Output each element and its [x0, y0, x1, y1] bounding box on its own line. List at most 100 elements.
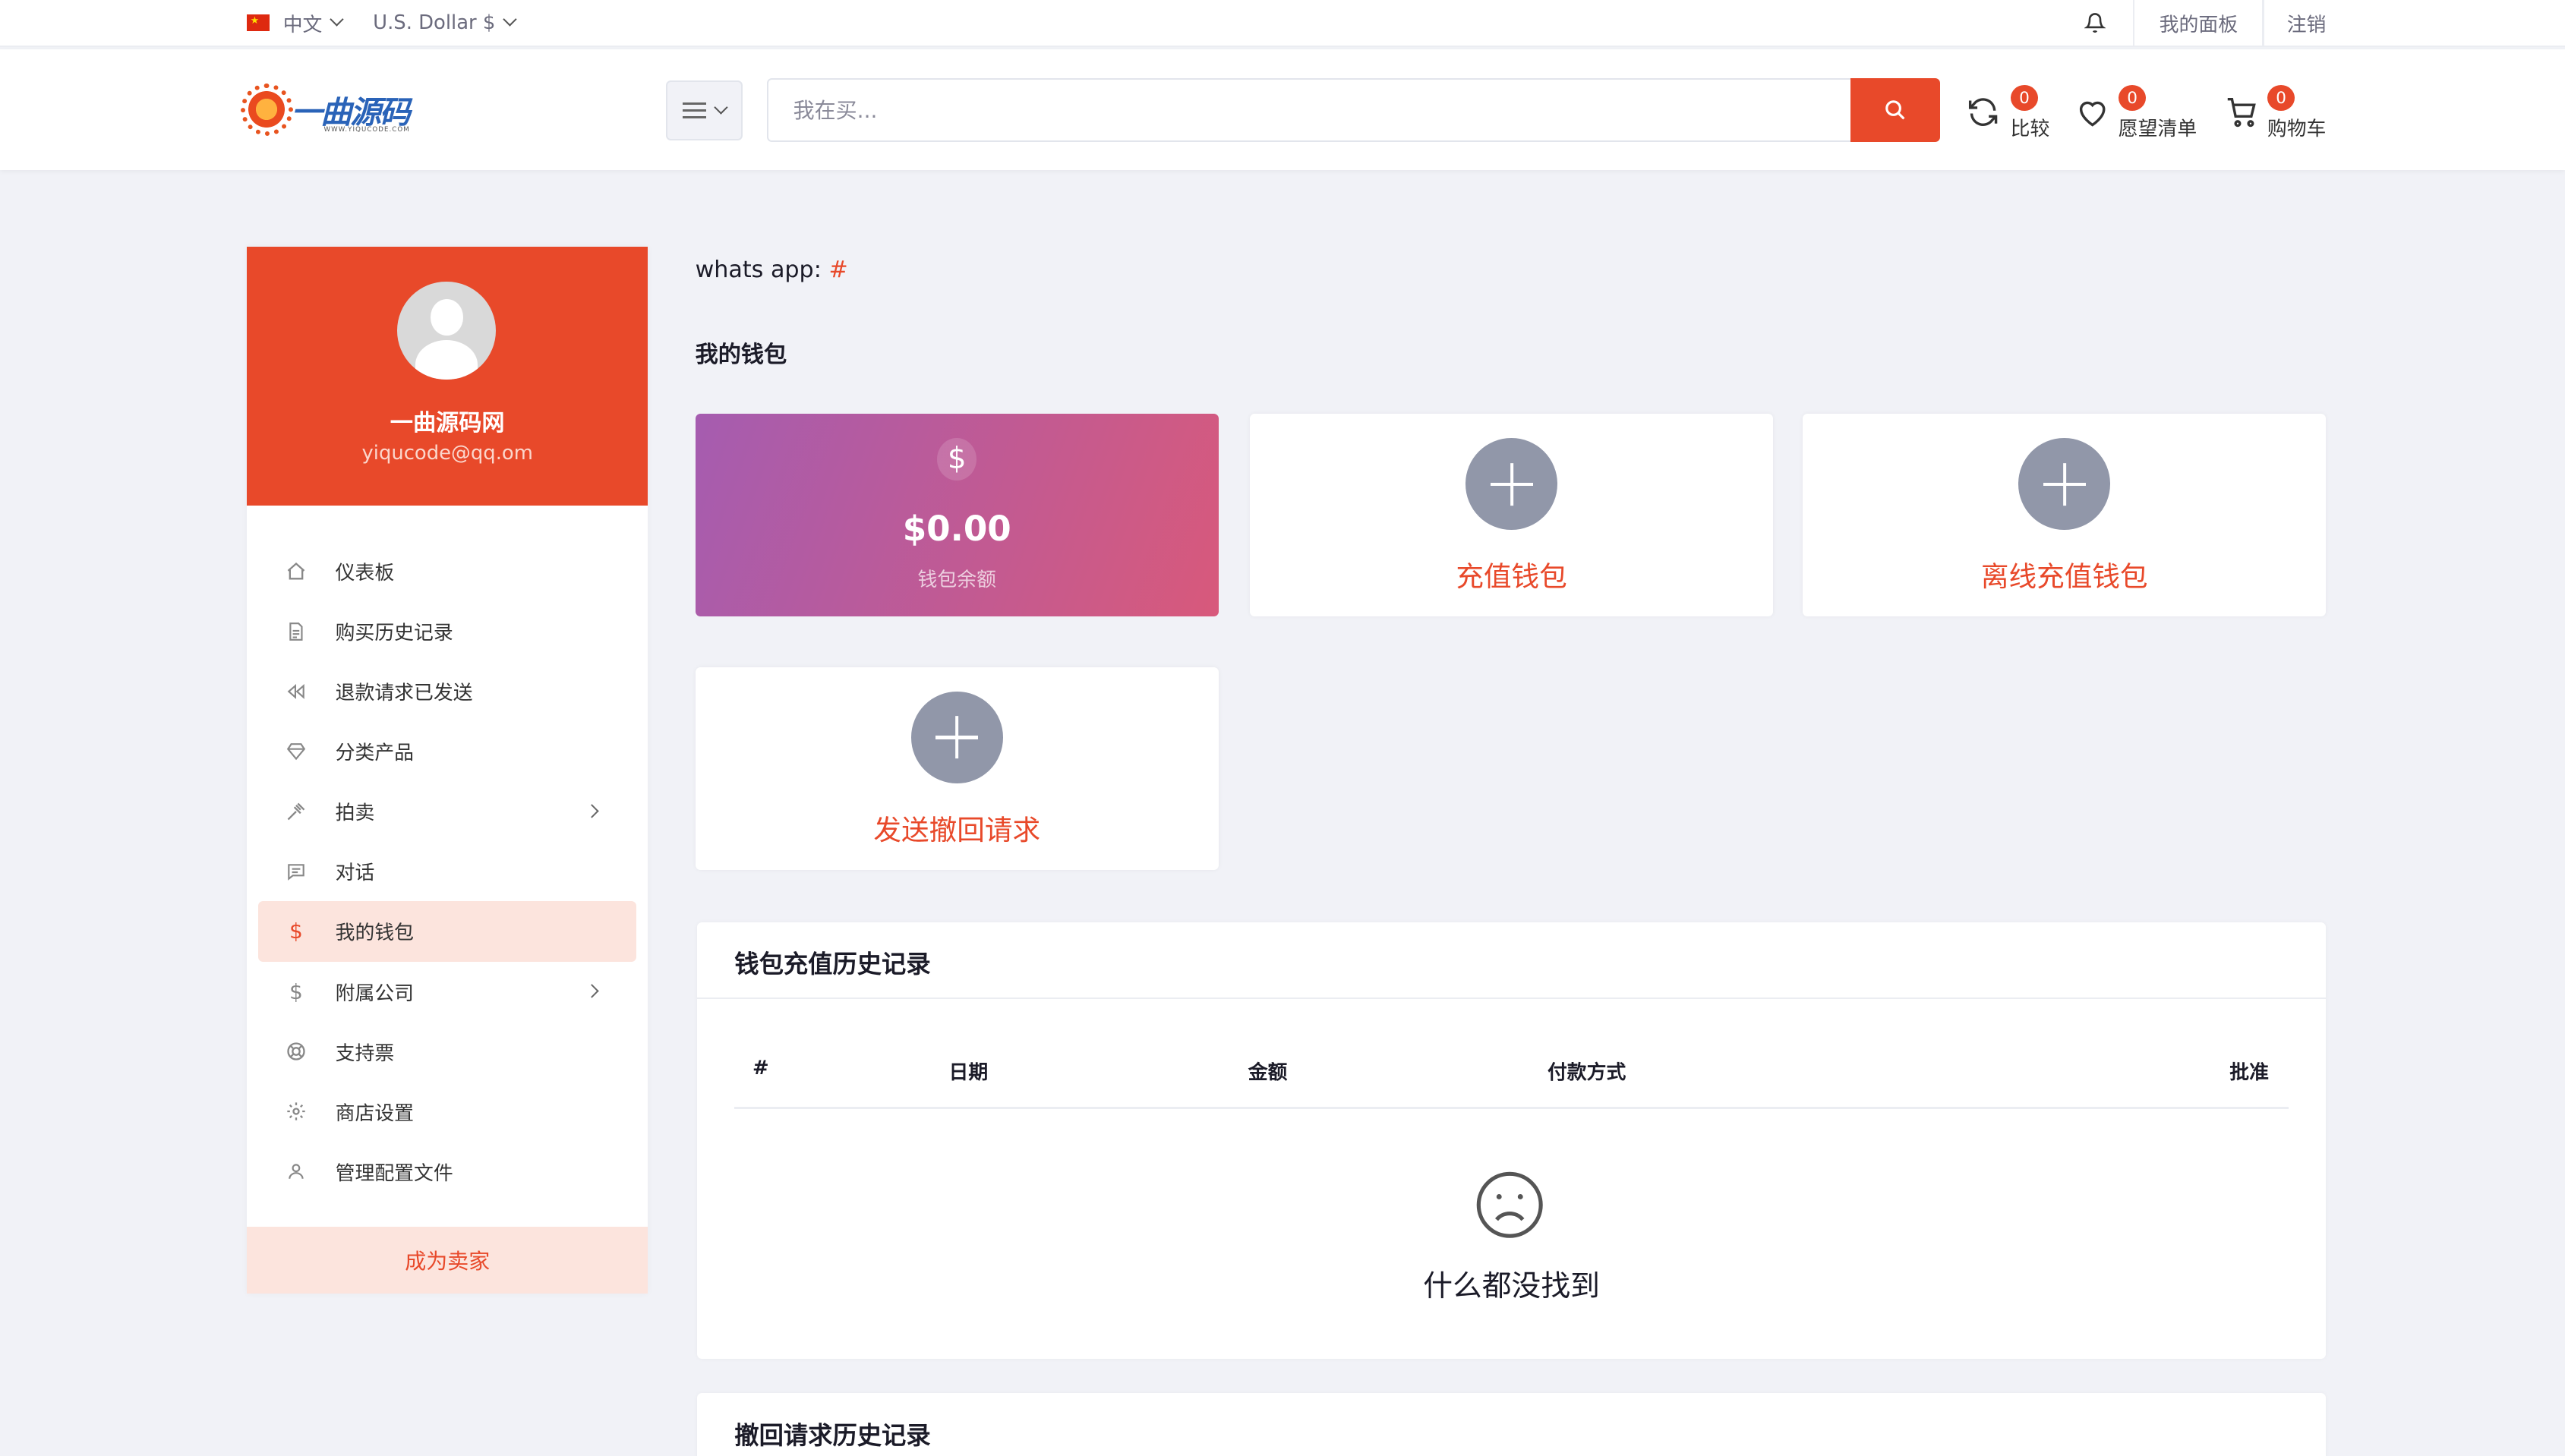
gavel-icon [283, 801, 309, 822]
whatsapp-link[interactable]: # [828, 257, 847, 283]
offline-recharge-card[interactable]: 离线充值钱包 [1803, 414, 2327, 617]
cart-button[interactable]: 0 购物车 [2225, 85, 2331, 144]
offline-recharge-label: 离线充值钱包 [1980, 560, 2148, 594]
whatsapp-line: whats app: # [696, 257, 848, 283]
gear-icon [283, 1101, 309, 1122]
sidebar-item-refund-requests[interactable]: 退款请求已发送 [258, 661, 636, 721]
sidebar-item-affiliate[interactable]: $ 附属公司 [258, 962, 636, 1022]
wishlist-button[interactable]: 0 愿望清单 [2074, 85, 2205, 144]
sidebar-item-label: 商店设置 [335, 1101, 415, 1125]
sidebar-item-my-wallet[interactable]: $ 我的钱包 [258, 901, 637, 962]
withdraw-history-title: 撤回请求历史记录 [734, 1420, 931, 1450]
rewind-icon [283, 682, 309, 701]
divider [2262, 0, 2264, 46]
account-sidebar: 一曲源码网 yiqucode@qq.om 仪表板 购买历史记录 退款请求已发送 … [247, 247, 648, 1294]
sidebar-item-label: 分类产品 [335, 742, 415, 765]
recharge-wallet-label: 充值钱包 [1456, 560, 1567, 594]
sidebar-item-shop-settings[interactable]: 商店设置 [258, 1082, 636, 1142]
user-email: yiqucode@qq.om [361, 441, 533, 465]
sidebar-item-label: 对话 [335, 862, 375, 885]
dollar-icon: $ [937, 438, 977, 481]
plus-icon [910, 692, 1003, 783]
column-header-approval: 批准 [2229, 1060, 2269, 1084]
user-icon [283, 1161, 309, 1182]
cart-count-badge: 0 [2267, 85, 2295, 112]
profile-header: 一曲源码网 yiqucode@qq.om [247, 247, 648, 506]
plus-icon [2018, 438, 2111, 530]
hamburger-icon [683, 102, 706, 119]
user-name: 一曲源码网 [390, 410, 505, 437]
sidebar-item-label: 拍卖 [335, 802, 375, 825]
sidebar-item-label: 购买历史记录 [335, 622, 453, 645]
dashboard-link[interactable]: 我的面板 [2160, 0, 2238, 46]
compare-button[interactable]: 0 比较 [1966, 85, 2055, 144]
whatsapp-label: whats app: [695, 257, 822, 284]
sidebar-item-label: 附属公司 [335, 982, 415, 1005]
chevron-right-icon [585, 803, 599, 818]
language-selector[interactable]: 中文 [247, 0, 344, 46]
page-title: 我的钱包 [695, 341, 787, 368]
column-header-payment-method: 付款方式 [1547, 1060, 1626, 1084]
main-header: 一曲源码 WWW.YIQUCODE.COM 0 比较 0 愿望清单 0 购物车 [0, 49, 2565, 171]
column-header-date: 日期 [948, 1060, 989, 1084]
sidebar-item-support-ticket[interactable]: 支持票 [258, 1022, 636, 1082]
language-label: 中文 [282, 13, 323, 36]
sidebar-item-manage-profile[interactable]: 管理配置文件 [258, 1142, 636, 1202]
sidebar-item-purchase-history[interactable]: 购买历史记录 [258, 601, 636, 661]
withdraw-request-label: 发送撤回请求 [873, 814, 1041, 847]
divider [696, 997, 2327, 1000]
category-menu-button[interactable] [665, 80, 743, 141]
file-icon [283, 621, 309, 642]
sidebar-item-label: 退款请求已发送 [335, 682, 473, 705]
column-header-amount: 金额 [1248, 1060, 1288, 1084]
logout-link[interactable]: 注销 [2287, 0, 2327, 46]
avatar [397, 281, 496, 380]
withdraw-request-card[interactable]: 发送撤回请求 [695, 667, 1219, 871]
sidebar-nav: 仪表板 购买历史记录 退款请求已发送 分类产品 拍卖 对话 $ 我的钱包 $ 附… [258, 541, 637, 1202]
wallet-balance-label: 钱包余额 [917, 569, 996, 592]
sidebar-item-conversations[interactable]: 对话 [258, 841, 636, 901]
recharge-history-panel: 钱包充值历史记录 # 日期 金额 付款方式 批准 什么都没找到 [696, 922, 2327, 1360]
chevron-down-icon [713, 99, 728, 115]
chevron-down-icon [330, 12, 344, 27]
sidebar-item-label: 仪表板 [335, 562, 395, 585]
recharge-wallet-card[interactable]: 充值钱包 [1249, 414, 1774, 617]
notification-bell[interactable] [2084, 0, 2106, 46]
sidebar-item-classified-products[interactable]: 分类产品 [258, 721, 636, 781]
compare-count-badge: 0 [2010, 85, 2039, 112]
empty-state-text: 什么都没找到 [1423, 1269, 1600, 1304]
divider [2133, 0, 2135, 46]
column-header-number: # [752, 1056, 769, 1079]
compare-label: 比较 [2010, 117, 2050, 140]
divider [734, 1107, 2289, 1109]
home-icon [283, 561, 309, 582]
dollar-icon: $ [289, 979, 303, 1004]
sidebar-item-label: 我的钱包 [335, 922, 415, 945]
sidebar-item-auction[interactable]: 拍卖 [258, 781, 636, 841]
dollar-icon: $ [289, 919, 303, 944]
site-logo[interactable]: 一曲源码 WWW.YIQUCODE.COM [240, 83, 425, 136]
currency-selector[interactable]: U.S. Dollar $ [373, 0, 517, 46]
sidebar-item-dashboard[interactable]: 仪表板 [258, 541, 636, 601]
heart-icon [2079, 101, 2106, 127]
china-flag-icon [247, 14, 270, 31]
support-icon [283, 1041, 309, 1062]
cart-label: 购物车 [2267, 117, 2327, 140]
sidebar-item-label: 管理配置文件 [335, 1161, 453, 1185]
search-input[interactable] [767, 78, 1854, 143]
chevron-down-icon [503, 12, 517, 27]
top-bar: 中文 U.S. Dollar $ 我的面板 注销 [0, 0, 2565, 48]
logo-sun-icon [240, 83, 293, 136]
search-icon [1885, 100, 1905, 120]
search-button[interactable] [1850, 78, 1940, 143]
refresh-icon [1969, 98, 1998, 126]
become-seller-button[interactable]: 成为卖家 [247, 1226, 648, 1294]
plus-icon [1465, 438, 1557, 530]
wishlist-count-badge: 0 [2118, 85, 2147, 112]
chevron-right-icon [585, 984, 599, 998]
logo-subtext: WWW.YIQUCODE.COM [323, 125, 410, 134]
wallet-balance-card: $ $0.00 钱包余额 [695, 414, 1219, 617]
withdraw-history-panel: 撤回请求历史记录 [696, 1393, 2327, 1456]
sad-face-icon [1476, 1172, 1543, 1239]
diamond-icon [283, 742, 309, 761]
